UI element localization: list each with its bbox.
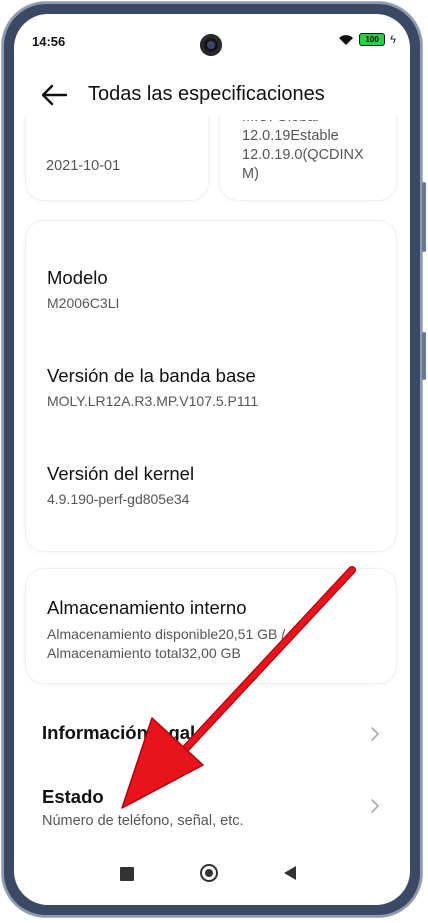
storage-value: Almacenamiento disponible20,51 GB / Alma… [47, 626, 286, 661]
volume-button [422, 182, 426, 252]
home-icon[interactable] [200, 864, 218, 882]
battery-level: 100 [365, 35, 379, 44]
chevron-right-icon [371, 799, 380, 813]
arrow-left-icon[interactable] [40, 82, 68, 108]
battery-icon: 100 [359, 33, 386, 46]
spec-value: M2006C3LI [47, 295, 120, 311]
screen: 14:56 100 ϟ Todas las esp [14, 14, 410, 905]
page-title: Todas las especificaciones [88, 83, 325, 105]
phone-frame: 14:56 100 ϟ Todas las esp [2, 2, 426, 917]
date-value: 2021-10-01 [46, 158, 121, 174]
row-legal-info[interactable]: Información legal [14, 714, 410, 764]
spec-kernel[interactable]: Versión del kernel 4.9.190-perf-gd805e34 [47, 463, 194, 507]
navigation-bar [14, 860, 410, 890]
status-icons: 100 ϟ [338, 33, 396, 46]
status-bar: 14:56 100 ϟ [14, 14, 410, 66]
spec-model[interactable]: Modelo M2006C3LI [47, 267, 119, 311]
app-header-overlay: Todas las especificaciones [14, 72, 410, 120]
miui-line-3: M) [242, 166, 259, 182]
spec-label: Versión del kernel [47, 463, 195, 484]
power-button [422, 332, 426, 380]
camera-icon [200, 34, 222, 56]
row-title: Estado [42, 786, 104, 807]
spec-label: Versión de la banda base [47, 365, 256, 386]
miui-line-1: 12.0.19Estable [242, 128, 339, 144]
row-subtitle: Número de teléfono, señal, etc. [42, 813, 244, 829]
row-status[interactable]: Estado Número de teléfono, señal, etc. [14, 780, 410, 840]
spec-storage: Almacenamiento interno Almacenamiento di… [47, 597, 347, 663]
miui-line-2: 12.0.19.0(QCDINX [242, 147, 364, 163]
recent-apps-icon[interactable] [120, 867, 134, 881]
charging-icon: ϟ [390, 33, 396, 46]
card-device-specs: Modelo M2006C3LI Versión de la banda bas… [26, 221, 396, 551]
wifi-icon [338, 34, 354, 46]
chevron-right-icon [371, 727, 380, 741]
spec-label: Modelo [47, 267, 108, 288]
back-triangle-icon[interactable] [284, 866, 296, 880]
spec-label: Almacenamiento interno [47, 597, 247, 618]
spec-value: 4.9.190-perf-gd805e34 [47, 491, 190, 507]
spec-value: MOLY.LR12A.R3.MP.V107.5.P111 [47, 393, 259, 409]
card-storage[interactable]: Almacenamiento interno Almacenamiento di… [26, 569, 396, 683]
row-title: Información legal [42, 722, 196, 743]
spec-baseband[interactable]: Versión de la banda base MOLY.LR12A.R3.M… [47, 365, 258, 409]
status-time: 14:56 [32, 34, 66, 49]
